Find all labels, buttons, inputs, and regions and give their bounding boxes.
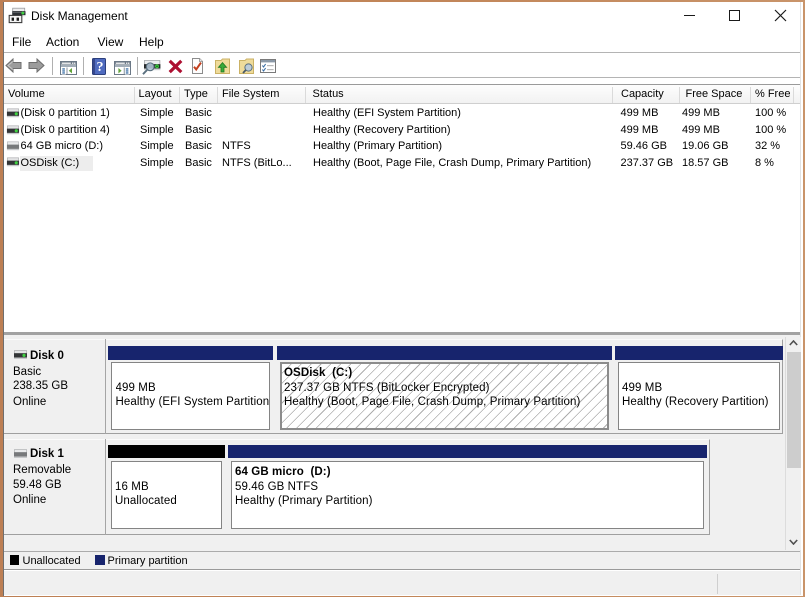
svg-text:?: ? <box>96 60 103 75</box>
